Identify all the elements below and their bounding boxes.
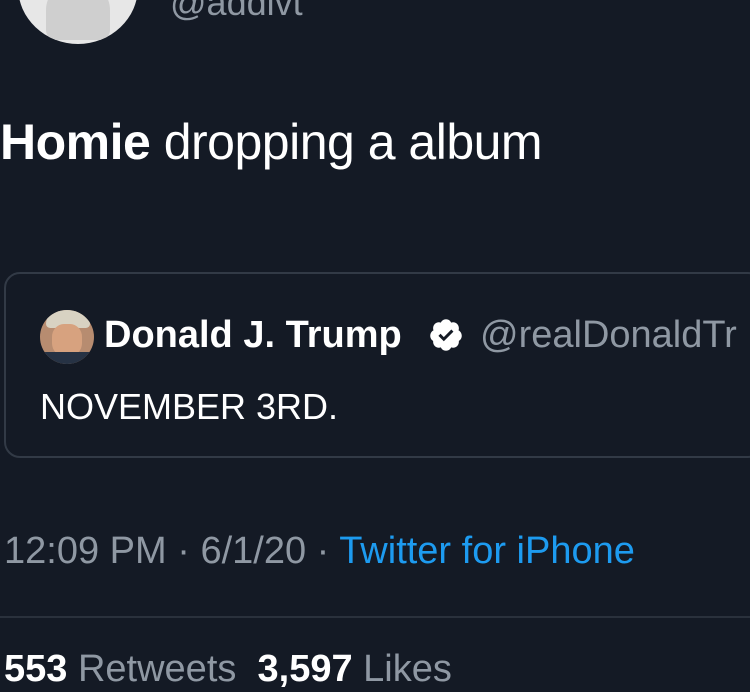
tweet-stats: 553 Retweets 3,597 Likes [4, 648, 452, 691]
author-avatar[interactable] [18, 0, 138, 44]
quoted-tweet-card[interactable]: Donald J. Trump @realDonaldTr NOVEMBER 3… [4, 272, 750, 458]
quoted-author-name[interactable]: Donald J. Trump [104, 314, 402, 357]
tweet-time[interactable]: 12:09 PM [4, 530, 167, 572]
tweet-source-link[interactable]: Twitter for iPhone [339, 530, 635, 572]
quoted-author-handle[interactable]: @realDonaldTr [480, 314, 737, 357]
divider [0, 616, 750, 618]
avatar-silhouette [46, 0, 110, 40]
likes-count: 3,597 [257, 648, 353, 690]
meta-separator: · [306, 530, 340, 572]
retweets-count: 553 [4, 648, 68, 690]
author-handle[interactable]: @addivt [170, 0, 303, 24]
tweet-date[interactable]: 6/1/20 [200, 530, 306, 572]
tweet-meta: 12:09 PM · 6/1/20 · Twitter for iPhone [4, 530, 635, 573]
retweets-stat[interactable]: 553 Retweets [4, 648, 236, 690]
retweets-label: Retweets [77, 648, 237, 690]
meta-separator: · [166, 530, 201, 572]
tweet-detail: @addivt Homie dropping a album Donald J.… [0, 0, 750, 692]
quoted-author-avatar[interactable] [40, 310, 94, 364]
tweet-body: dropping a album [150, 114, 543, 170]
quoted-tweet-text: NOVEMBER 3RD. [40, 386, 339, 427]
verified-badge-icon [430, 319, 462, 351]
tweet-text: Homie dropping a album [0, 112, 543, 172]
tweet-mention[interactable]: Homie [0, 114, 151, 170]
likes-stat[interactable]: 3,597 Likes [258, 648, 452, 690]
likes-label: Likes [363, 648, 452, 690]
